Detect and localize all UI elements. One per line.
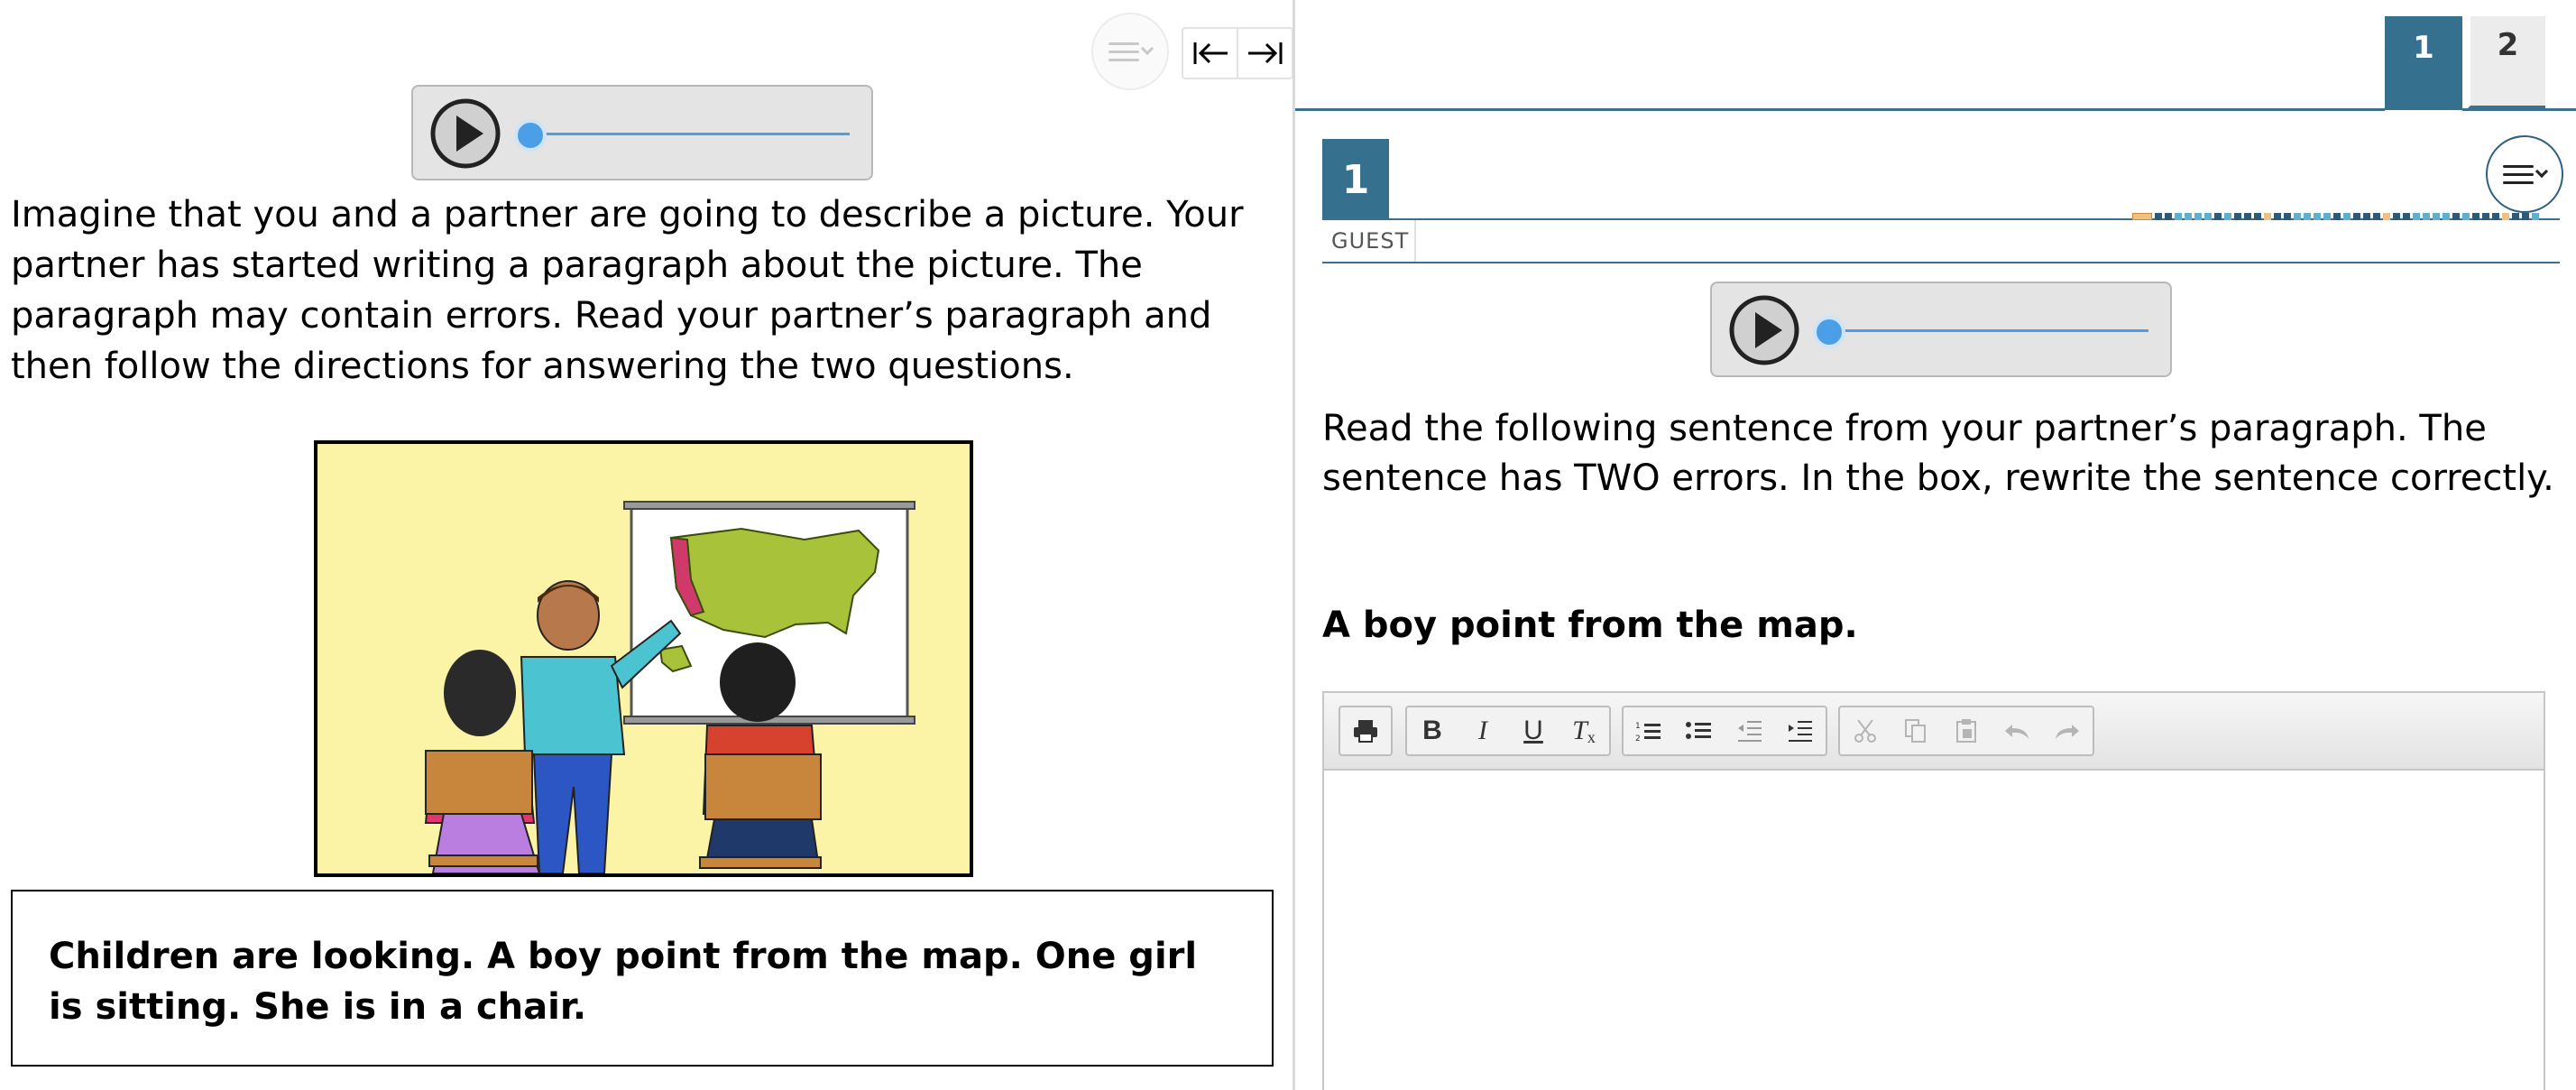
progress-dot (2214, 213, 2222, 220)
paste-icon[interactable] (1941, 707, 1992, 754)
progress-dot (2512, 213, 2519, 220)
progress-dot (2284, 213, 2291, 220)
progress-dot (2532, 213, 2539, 220)
audio-progress-track[interactable] (1827, 329, 2148, 332)
progress-dot (2522, 213, 2529, 220)
progress-dot (2443, 213, 2450, 220)
progress-dot (2373, 213, 2380, 220)
progress-dot (2294, 213, 2301, 220)
question-header-line-bottom (1322, 262, 2560, 263)
audio-progress-handle[interactable] (1813, 316, 1845, 348)
tab-page-1[interactable]: 1 (2385, 16, 2462, 115)
progress-indicator (2132, 213, 2539, 220)
svg-text:1: 1 (1635, 722, 1641, 731)
progress-dot (2423, 213, 2430, 220)
progress-dot (2403, 213, 2410, 220)
collapse-left-button[interactable] (1183, 29, 1237, 78)
progress-dot (2264, 213, 2271, 220)
italic-icon[interactable]: I (1458, 707, 1508, 754)
tab-baseline (1295, 108, 2576, 111)
progress-dot (2323, 213, 2331, 220)
partner-paragraph: Children are looking. A boy point from t… (11, 890, 1274, 1067)
editor-toolbar: B I U Tx 12 (1324, 693, 2544, 771)
stimulus-instructions: Imagine that you and a partner are going… (11, 194, 1244, 387)
toolbar-group-print (1339, 706, 1393, 756)
indent-icon[interactable] (1775, 707, 1826, 754)
progress-dot (2132, 213, 2152, 220)
play-icon[interactable] (1728, 294, 1800, 366)
toolbar-group-format: B I U Tx (1405, 706, 1611, 756)
hamburger-icon (1109, 42, 1139, 61)
print-icon[interactable] (1340, 707, 1391, 754)
chevron-down-icon (2535, 164, 2549, 179)
progress-dot (2185, 213, 2192, 220)
bullet-list-icon[interactable] (1674, 707, 1725, 754)
expand-right-button[interactable] (1237, 29, 1292, 78)
progress-dot (2343, 213, 2351, 220)
question-menu-button[interactable] (2486, 135, 2563, 213)
audio-progress-handle[interactable] (514, 119, 547, 152)
classroom-picture (314, 440, 973, 877)
progress-dot (2353, 213, 2360, 220)
response-editor: B I U Tx 12 (1322, 691, 2545, 1090)
clear-format-icon[interactable]: Tx (1559, 707, 1609, 754)
undo-icon[interactable] (1992, 707, 2042, 754)
question-audio-player (1710, 282, 2172, 377)
progress-dot (2274, 213, 2281, 220)
progress-dot (2502, 213, 2509, 220)
progress-dot (2165, 213, 2172, 220)
progress-dot (2254, 213, 2261, 220)
user-label: GUEST (1322, 220, 1416, 262)
progress-dot (2234, 213, 2241, 220)
arrow-right-bar-icon (1247, 42, 1282, 64)
stimulus-menu-button[interactable] (1091, 13, 1169, 90)
toolbar-group-clipboard (1838, 706, 2094, 756)
bold-icon[interactable]: B (1407, 707, 1458, 754)
stimulus-pane: Imagine that you and a partner are going… (0, 0, 1293, 1090)
progress-dot (2244, 213, 2251, 220)
copy-icon[interactable] (1891, 707, 1941, 754)
partner-paragraph-text: Children are looking. A boy point from t… (49, 936, 1198, 1028)
redo-icon[interactable] (2042, 707, 2093, 754)
progress-dot (2393, 213, 2400, 220)
pane-resize-controls (1182, 27, 1293, 79)
progress-dot (2194, 213, 2202, 220)
question-number-badge: 1 (1322, 139, 1389, 220)
question-pane: 1 2 1 GUEST Read the following sentence … (1295, 0, 2576, 1090)
progress-dot (2413, 213, 2420, 220)
progress-dot (2452, 213, 2460, 220)
toolbar-group-list: 12 (1622, 706, 1827, 756)
response-textarea[interactable] (1324, 771, 2544, 1090)
arrow-left-bar-icon (1193, 42, 1228, 64)
progress-dot (2314, 213, 2321, 220)
chevron-down-icon (1140, 42, 1155, 56)
progress-dot (2204, 213, 2212, 220)
progress-dot (2363, 213, 2370, 220)
cut-icon[interactable] (1840, 707, 1891, 754)
target-sentence: A boy point from the map. (1322, 605, 1858, 646)
question-prompt: Read the following sentence from your pa… (1322, 408, 2554, 499)
progress-dot (2333, 213, 2341, 220)
usa-map (669, 527, 880, 639)
progress-dot (2433, 213, 2440, 220)
svg-text:2: 2 (1635, 734, 1641, 743)
underline-icon[interactable]: U (1508, 707, 1559, 754)
numbered-list-icon[interactable]: 12 (1624, 707, 1674, 754)
progress-dot (2155, 213, 2162, 220)
outdent-icon[interactable] (1725, 707, 1775, 754)
progress-dot (2224, 213, 2231, 220)
progress-dot (2304, 213, 2311, 220)
progress-dot (2383, 213, 2390, 220)
classroom-illustration (424, 501, 915, 873)
hamburger-icon (2503, 164, 2534, 184)
progress-dot (2492, 213, 2499, 220)
tab-page-2[interactable]: 2 (2468, 16, 2545, 108)
audio-progress-track[interactable] (529, 133, 850, 135)
progress-dot (2175, 213, 2182, 220)
progress-dot (2482, 213, 2489, 220)
stimulus-audio-player (411, 85, 873, 180)
play-icon[interactable] (429, 97, 501, 170)
progress-dot (2462, 213, 2470, 220)
progress-dot (2472, 213, 2479, 220)
